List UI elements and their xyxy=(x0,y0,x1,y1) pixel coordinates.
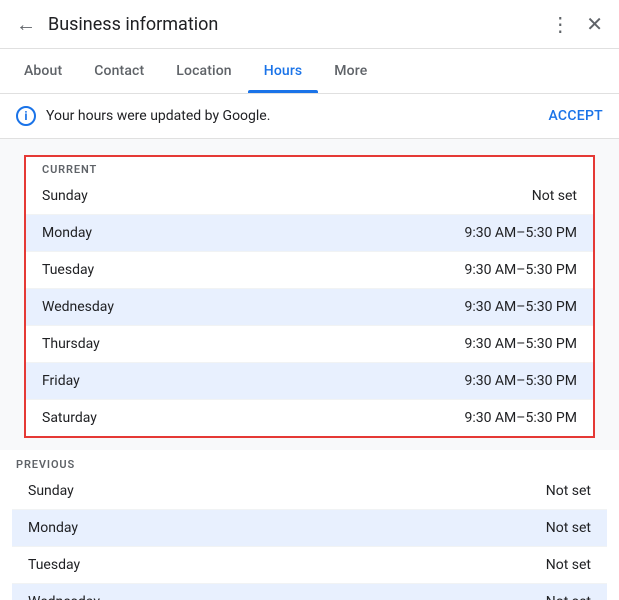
day-name: Saturday xyxy=(42,410,464,426)
back-button[interactable]: ← xyxy=(16,14,36,34)
window: ← Business information ⋮ ✕ About Contact… xyxy=(0,0,619,600)
day-name: Tuesday xyxy=(42,262,464,278)
current-hours-box: CURRENT Sunday Not set Monday 9:30 AM–5:… xyxy=(24,155,595,438)
tab-about[interactable]: About xyxy=(8,49,78,93)
day-name: Thursday xyxy=(42,336,464,352)
nav-tabs: About Contact Location Hours More xyxy=(0,49,619,94)
previous-hours-row[interactable]: Monday Not set xyxy=(12,510,607,547)
current-hours-row[interactable]: Monday 9:30 AM–5:30 PM xyxy=(26,215,593,252)
day-name: Wednesday xyxy=(42,299,464,315)
current-hours-row[interactable]: Wednesday 9:30 AM–5:30 PM xyxy=(26,289,593,326)
notification-message: Your hours were updated by Google. xyxy=(46,108,270,124)
hours-value: 9:30 AM–5:30 PM xyxy=(464,225,577,241)
current-hours-row[interactable]: Sunday Not set xyxy=(26,178,593,215)
content-area: i Your hours were updated by Google. Acc… xyxy=(0,94,619,600)
tab-more[interactable]: More xyxy=(318,49,383,93)
page-title: Business information xyxy=(48,14,550,35)
title-actions: ⋮ ✕ xyxy=(550,12,603,36)
title-bar: ← Business information ⋮ ✕ xyxy=(0,0,619,49)
previous-hours-rows: Sunday Not set Monday Not set Tuesday No… xyxy=(12,473,607,600)
current-hours-row[interactable]: Friday 9:30 AM–5:30 PM xyxy=(26,363,593,400)
current-hours-rows: Sunday Not set Monday 9:30 AM–5:30 PM Tu… xyxy=(26,178,593,436)
hours-value: 9:30 AM–5:30 PM xyxy=(464,299,577,315)
hours-value: 9:30 AM–5:30 PM xyxy=(464,262,577,278)
current-label: CURRENT xyxy=(42,163,97,176)
previous-hours-row[interactable]: Sunday Not set xyxy=(12,473,607,510)
accept-button[interactable]: Accept xyxy=(548,108,603,124)
tab-hours[interactable]: Hours xyxy=(248,49,319,93)
current-hours-row[interactable]: Saturday 9:30 AM–5:30 PM xyxy=(26,400,593,436)
tab-contact[interactable]: Contact xyxy=(78,49,160,93)
hours-value: 9:30 AM–5:30 PM xyxy=(464,336,577,352)
previous-section: PREVIOUS Sunday Not set Monday Not set T… xyxy=(0,450,619,600)
current-hours-row[interactable]: Tuesday 9:30 AM–5:30 PM xyxy=(26,252,593,289)
hours-value: Not set xyxy=(546,557,591,573)
hours-value: Not set xyxy=(546,520,591,536)
previous-label: PREVIOUS xyxy=(16,458,75,471)
info-icon: i xyxy=(16,106,36,126)
hours-value: 9:30 AM–5:30 PM xyxy=(464,410,577,426)
hours-value: Not set xyxy=(546,594,591,600)
previous-section-header: PREVIOUS xyxy=(12,450,607,473)
hours-value: Not set xyxy=(546,483,591,499)
day-name: Wednesday xyxy=(28,594,546,600)
previous-hours-row[interactable]: Wednesday Not set xyxy=(12,584,607,600)
day-name: Sunday xyxy=(28,483,546,499)
day-name: Tuesday xyxy=(28,557,546,573)
notification-left: i Your hours were updated by Google. xyxy=(16,106,270,126)
previous-hours-row[interactable]: Tuesday Not set xyxy=(12,547,607,584)
more-options-icon[interactable]: ⋮ xyxy=(550,12,570,36)
hours-value: 9:30 AM–5:30 PM xyxy=(464,373,577,389)
tab-location[interactable]: Location xyxy=(160,49,247,93)
notification-bar: i Your hours were updated by Google. Acc… xyxy=(0,94,619,139)
current-section-header: CURRENT xyxy=(26,157,593,178)
day-name: Monday xyxy=(28,520,546,536)
hours-value: Not set xyxy=(532,188,577,204)
day-name: Friday xyxy=(42,373,464,389)
day-name: Sunday xyxy=(42,188,532,204)
current-hours-row[interactable]: Thursday 9:30 AM–5:30 PM xyxy=(26,326,593,363)
close-icon[interactable]: ✕ xyxy=(586,12,603,36)
day-name: Monday xyxy=(42,225,464,241)
